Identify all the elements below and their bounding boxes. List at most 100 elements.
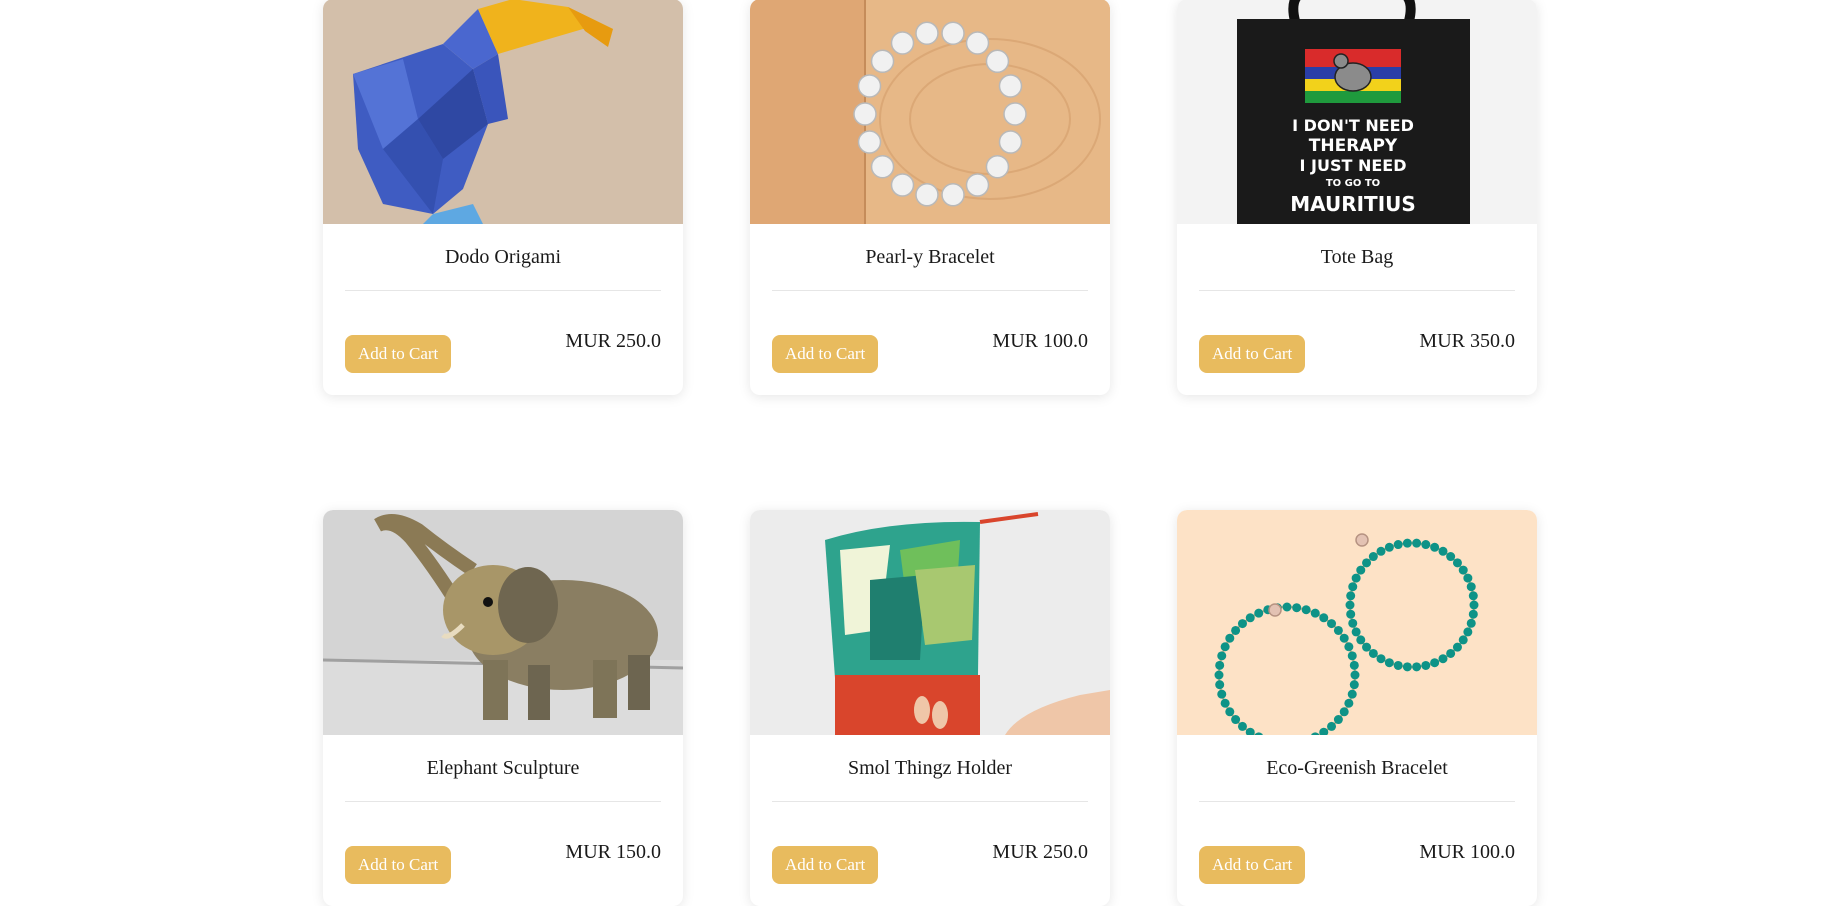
bead <box>1348 582 1358 592</box>
bead <box>853 102 877 126</box>
bead <box>1349 680 1359 690</box>
product-card: Dodo Origami Add to Cart MUR 250.0 <box>323 0 683 395</box>
bead <box>1402 538 1412 548</box>
bead <box>1231 625 1241 635</box>
bead <box>1469 600 1479 610</box>
add-to-cart-button[interactable]: Add to Cart <box>1199 335 1306 373</box>
bead <box>1430 658 1440 668</box>
bead <box>1292 603 1302 613</box>
add-to-cart-button[interactable]: Add to Cart <box>345 335 452 373</box>
bead <box>1350 670 1360 680</box>
bead <box>915 21 939 45</box>
add-to-cart-button[interactable]: Add to Cart <box>345 846 452 884</box>
bead <box>1393 660 1403 670</box>
bead <box>1237 721 1247 731</box>
bead <box>1402 662 1412 672</box>
bead <box>1412 662 1422 672</box>
bead <box>1446 648 1456 658</box>
add-to-cart-button[interactable]: Add to Cart <box>772 846 879 884</box>
bead <box>1003 102 1027 126</box>
product-price: MUR 350.0 <box>1419 330 1515 352</box>
bead <box>1458 635 1468 645</box>
bead <box>1349 660 1359 670</box>
bead <box>1463 573 1473 583</box>
bead <box>1339 633 1349 643</box>
product-price: MUR 150.0 <box>565 841 661 863</box>
bead <box>1217 651 1227 661</box>
product-card: Smol Thingz Holder Add to Cart MUR 250.0 <box>750 510 1110 906</box>
bead <box>985 154 1010 179</box>
bead <box>1421 660 1431 670</box>
bead <box>1412 538 1422 548</box>
bead <box>1466 582 1476 592</box>
bead <box>1231 715 1241 725</box>
bead <box>1356 635 1366 645</box>
bead <box>1215 680 1225 690</box>
bead <box>915 183 939 207</box>
tote-line-1: I DON'T NEED <box>1292 116 1414 135</box>
bead <box>1463 627 1473 637</box>
bead <box>1466 618 1476 628</box>
bead <box>870 154 895 179</box>
bead <box>1362 642 1372 652</box>
bead <box>1237 619 1247 629</box>
bead <box>1220 642 1230 652</box>
dodo-origami-image[interactable] <box>323 0 683 224</box>
product-card: Elephant Sculpture Add to Cart MUR 150.0 <box>323 510 683 906</box>
bead <box>941 183 965 207</box>
product-card: Pearl-y Bracelet Add to Cart MUR 100.0 <box>750 0 1110 395</box>
bead <box>1348 618 1358 628</box>
bead <box>1327 619 1337 629</box>
add-to-cart-button[interactable]: Add to Cart <box>1199 846 1306 884</box>
bead <box>965 173 990 197</box>
bead <box>1356 565 1366 575</box>
bead <box>1421 540 1431 550</box>
bead <box>1214 670 1224 680</box>
pearl-bracelet-image[interactable] <box>750 0 1110 224</box>
product-name: Elephant Sculpture <box>426 757 580 779</box>
bead <box>1220 698 1230 708</box>
bead <box>998 130 1023 154</box>
bead <box>1282 602 1292 612</box>
bead <box>857 130 882 154</box>
bead <box>1333 715 1343 725</box>
bead <box>1384 542 1394 552</box>
product-name: Dodo Origami <box>444 246 562 268</box>
bead <box>1393 540 1403 550</box>
bead <box>965 31 990 55</box>
bead <box>1362 558 1372 568</box>
product-card: I DON'T NEED THERAPY I JUST NEED TO GO T… <box>1177 0 1537 395</box>
bead <box>998 74 1023 98</box>
bead <box>1438 654 1448 664</box>
product-card: Eco-Greenish Bracelet Add to Cart MUR 10… <box>1177 510 1537 906</box>
bead <box>870 49 895 74</box>
bead <box>1468 591 1478 601</box>
tote-line-2: THERAPY <box>1309 136 1398 156</box>
add-to-cart-button[interactable]: Add to Cart <box>772 335 879 373</box>
bead <box>1368 552 1378 562</box>
bead <box>857 74 882 98</box>
bead <box>1452 642 1462 652</box>
tote-line-4: TO GO TO <box>1326 178 1380 189</box>
bead <box>1327 721 1337 731</box>
tote-line-5: MAURITIUS <box>1290 192 1416 216</box>
bead <box>1310 608 1320 618</box>
bead <box>1217 689 1227 699</box>
eco-greenish-bracelet-image[interactable] <box>1177 510 1537 735</box>
bead <box>1346 609 1356 619</box>
bead <box>1347 651 1357 661</box>
tote-bag-image[interactable]: I DON'T NEED THERAPY I JUST NEED TO GO T… <box>1177 0 1537 224</box>
bead <box>1458 565 1468 575</box>
product-price: MUR 250.0 <box>992 841 1088 863</box>
bead <box>1225 633 1235 643</box>
elephant-sculpture-image[interactable] <box>323 510 683 735</box>
product-name: Smol Thingz Holder <box>847 757 1013 779</box>
bead <box>941 21 965 45</box>
product-price: MUR 250.0 <box>565 330 661 352</box>
bead <box>1346 591 1356 601</box>
product-name: Eco-Greenish Bracelet <box>1266 757 1448 779</box>
smol-thingz-holder-image[interactable] <box>750 510 1110 735</box>
bead <box>1225 707 1235 717</box>
bead <box>1368 648 1378 658</box>
bead <box>890 173 915 197</box>
